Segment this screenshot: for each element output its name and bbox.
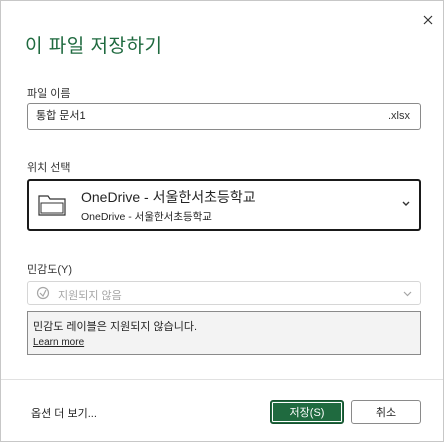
sensitivity-icon: [36, 286, 50, 300]
sensitivity-select: 지원되지 않음: [27, 281, 421, 305]
filename-label: 파일 이름: [27, 88, 71, 100]
location-primary: OneDrive - 서울한서초등학교: [81, 189, 256, 205]
filename-field[interactable]: .xlsx: [27, 103, 421, 130]
file-extension: .xlsx: [388, 110, 410, 122]
filename-input[interactable]: [36, 109, 366, 121]
learn-more-link[interactable]: Learn more: [33, 337, 84, 348]
location-picker[interactable]: OneDrive - 서울한서초등학교 OneDrive - 서울한서초등학교: [27, 179, 421, 231]
more-options-link[interactable]: 옵션 더 보기...: [31, 405, 97, 421]
sensitivity-label: 민감도(Y): [27, 264, 73, 276]
dialog-title: 이 파일 저장하기: [25, 36, 163, 57]
location-label: 위치 선택: [27, 162, 71, 174]
chevron-down-icon: [403, 291, 412, 297]
cancel-button[interactable]: 취소: [351, 400, 421, 424]
sensitivity-message: 민감도 레이블은 지원되지 않습니다.: [33, 321, 198, 333]
location-secondary: OneDrive - 서울한서초등학교: [81, 211, 212, 223]
save-button[interactable]: 저장(S): [270, 400, 344, 424]
close-icon: [423, 15, 433, 25]
footer-divider: [1, 379, 443, 380]
folder-icon: [38, 195, 66, 216]
chevron-down-icon: [402, 201, 410, 206]
save-dialog: 이 파일 저장하기 파일 이름 .xlsx 위치 선택 OneDrive - 서…: [0, 0, 444, 442]
sensitivity-value: 지원되지 않음: [58, 290, 122, 302]
close-button[interactable]: [417, 9, 439, 31]
sensitivity-info: 민감도 레이블은 지원되지 않습니다. Learn more: [27, 311, 421, 355]
